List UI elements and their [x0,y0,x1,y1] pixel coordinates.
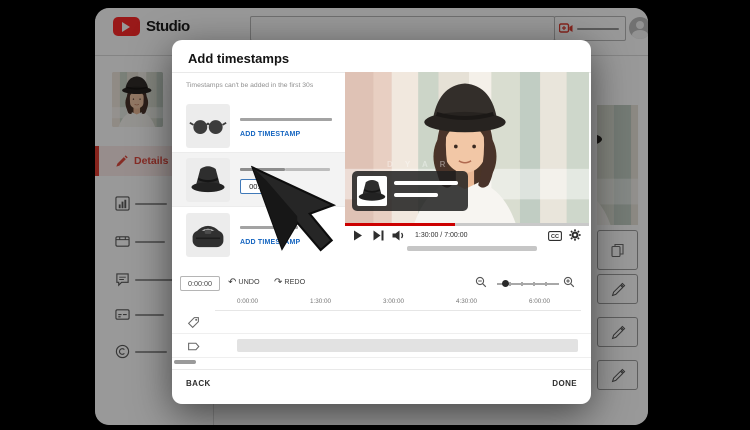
overlay-title-placeholder [394,181,458,185]
hat-image [186,158,230,202]
zoom-in-icon[interactable] [563,276,575,288]
back-button[interactable]: BACK [186,379,211,388]
ruler-tick: 4:30:00 [456,298,477,305]
volume-icon[interactable] [392,230,405,241]
hat-image [357,176,387,206]
product-title-placeholder [240,118,332,121]
bag-image [186,213,230,257]
track-overlays[interactable] [172,334,591,358]
ruler-tick: 6:00:00 [529,298,550,305]
ruler-tick: 1:30:00 [310,298,331,305]
play-icon[interactable] [353,230,363,241]
video-watermark: D Y A R [387,160,450,169]
done-button[interactable]: DONE [552,379,577,388]
next-icon[interactable] [373,230,384,241]
product-thumbnail [186,213,230,257]
player-controls: 1:30:00 / 7:00:00 CC [345,226,589,245]
player-scroll-indicator[interactable] [407,246,537,251]
timecode-input[interactable]: 0:00:00 [180,276,220,291]
ruler-tick: 3:00:00 [383,298,404,305]
overlay-product-thumbnail [357,176,387,206]
undo-icon: ↶ [228,277,236,288]
horizontal-scrollbar[interactable] [174,360,196,364]
zoom-slider-handle[interactable] [502,280,509,287]
zoom-out-icon[interactable] [475,276,487,288]
timeline-segment[interactable] [237,339,578,352]
label-icon [187,340,200,353]
undo-button[interactable]: ↶UNDO [228,277,260,288]
product-tag-icon [187,316,200,329]
ruler-tick: 0:00:00 [237,298,258,305]
settings-gear-icon[interactable] [569,229,581,241]
screen: Studio Details [0,0,750,430]
redo-button[interactable]: ↷REDO [274,277,305,288]
cc-label: CC [551,234,559,240]
dialog-title: Add timestamps [188,51,289,66]
video-player: D Y A R [345,72,589,245]
timestamps-note: Timestamps can't be added in the first 3… [186,82,313,89]
add-timestamps-dialog: Add timestamps Timestamps can't be added… [172,40,591,404]
product-overlay-card[interactable] [352,171,468,211]
product-thumbnail [186,158,230,202]
add-timestamp-link[interactable]: ADD TIMESTAMP [240,131,300,138]
product-thumbnail [186,104,230,148]
redo-icon: ↷ [274,277,282,288]
video-frame[interactable]: D Y A R [345,72,589,223]
cc-icon[interactable]: CC [548,231,562,241]
overlay-subtitle-placeholder [394,193,438,197]
time-display: 1:30:00 / 7:00:00 [415,232,468,239]
track-products[interactable] [172,311,591,334]
product-row-sunglasses: ADD TIMESTAMP [172,98,345,151]
sunglasses-image [186,104,230,148]
footer-divider [172,369,591,370]
